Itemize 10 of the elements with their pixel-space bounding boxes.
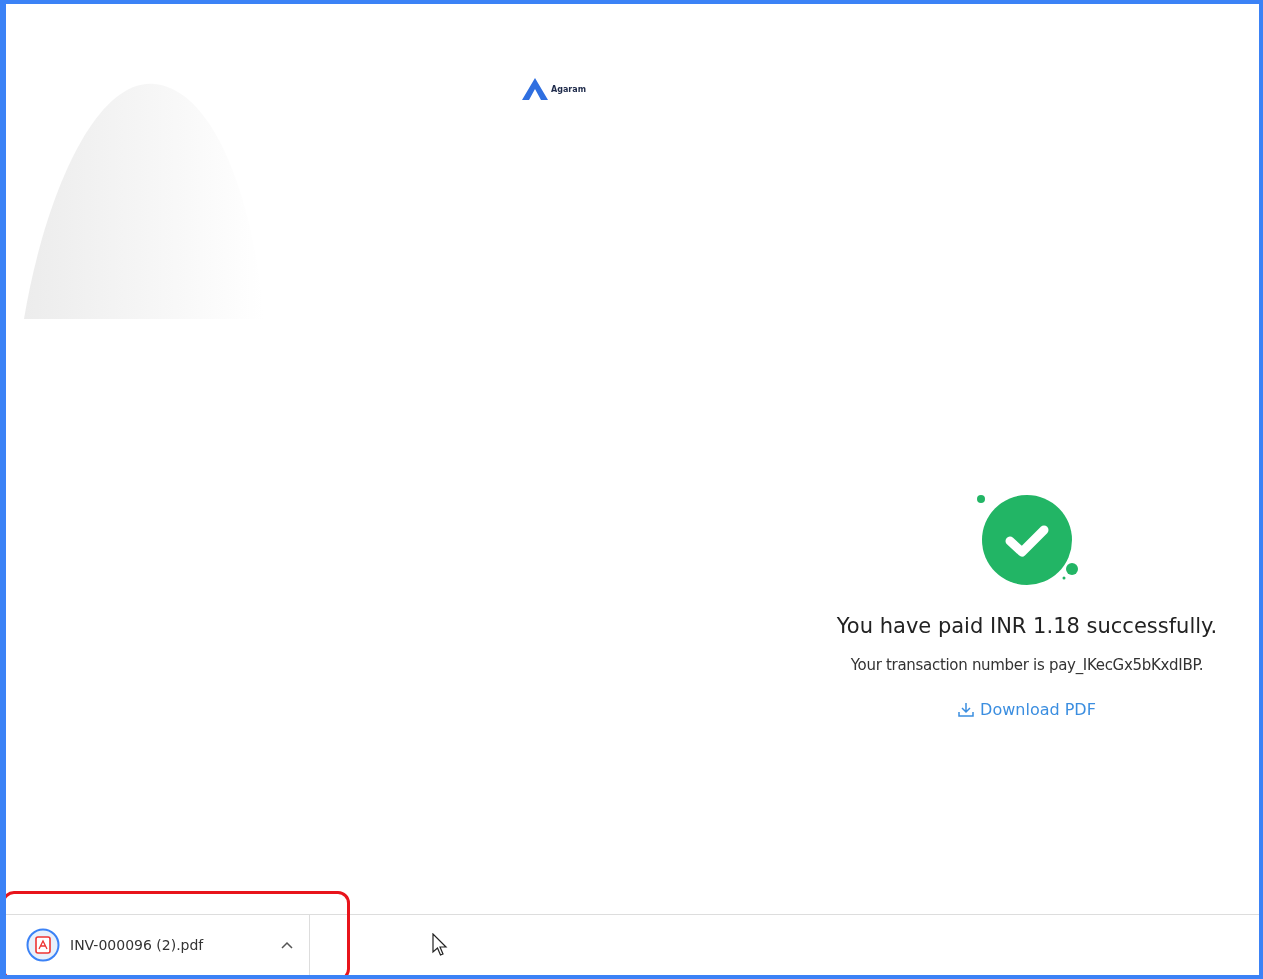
logo-text: Agaram [551, 84, 586, 94]
payment-message: You have paid INR 1.18 successfully. [836, 614, 1218, 638]
pdf-file-icon [26, 928, 60, 962]
file-name: INV-000096 (2).pdf [70, 937, 205, 953]
mouse-pointer-icon [432, 933, 448, 957]
download-icon [958, 701, 975, 718]
transaction-number: Your transaction number is pay_IKecGx5bKxdIBP. [850, 656, 1204, 674]
caret-up-icon[interactable] [281, 941, 293, 949]
logo-icon [522, 78, 548, 100]
download-item[interactable]: INV-000096 (2).pdf [6, 915, 310, 975]
